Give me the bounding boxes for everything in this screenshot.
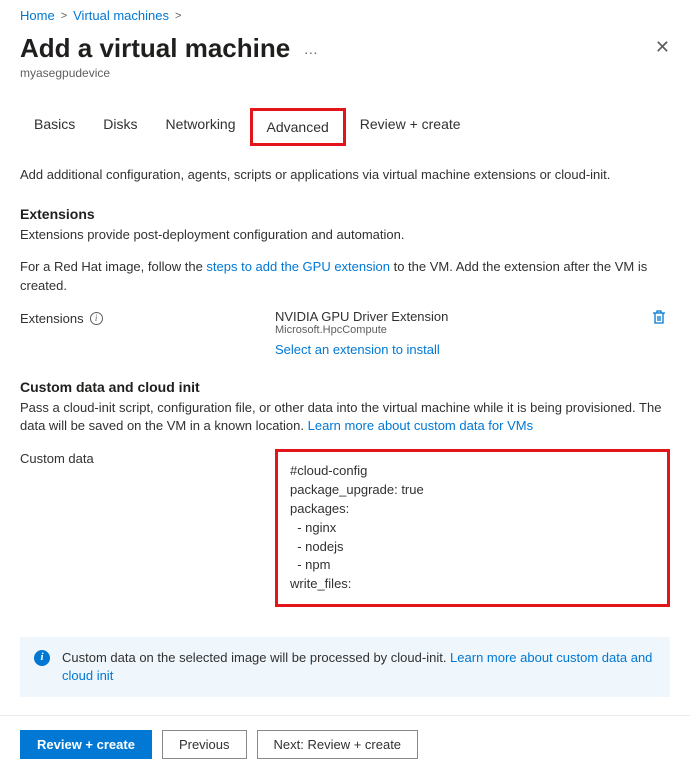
chevron-right-icon: > [61,10,67,22]
gpu-extension-link[interactable]: steps to add the GPU extension [206,259,390,274]
intro-text: Add additional configuration, agents, sc… [20,166,670,184]
breadcrumb-home[interactable]: Home [20,8,55,23]
banner-text: Custom data on the selected image will b… [62,650,450,665]
footer: Review + create Previous Next: Review + … [0,716,690,773]
tab-advanced[interactable]: Advanced [250,108,346,146]
extensions-heading: Extensions [20,206,670,222]
tab-disks[interactable]: Disks [89,108,151,146]
extensions-desc: Extensions provide post-deployment confi… [20,226,670,244]
next-button[interactable]: Next: Review + create [257,730,419,759]
extension-item-publisher: Microsoft.HpcCompute [275,324,652,336]
tab-review[interactable]: Review + create [346,108,475,146]
more-menu-icon[interactable]: ··· [304,44,318,60]
close-icon[interactable]: ✕ [655,33,670,58]
tab-basics[interactable]: Basics [20,108,89,146]
delete-extension-icon[interactable] [652,309,670,330]
select-extension-link[interactable]: Select an extension to install [275,342,670,357]
info-banner: i Custom data on the selected image will… [20,637,670,697]
extensions-redhat-text: For a Red Hat image, follow the steps to… [20,258,670,294]
customdata-label: Custom data [20,451,94,466]
tabs: Basics Disks Networking Advanced Review … [20,108,670,146]
extensions-label: Extensions [20,311,84,326]
breadcrumb: Home > Virtual machines > [20,8,670,23]
previous-button[interactable]: Previous [162,730,247,759]
customdata-learn-link[interactable]: Learn more about custom data for VMs [308,418,533,433]
tab-networking[interactable]: Networking [151,108,249,146]
info-icon: i [34,650,50,666]
extension-item-name: NVIDIA GPU Driver Extension [275,309,652,324]
customdata-heading: Custom data and cloud init [20,379,670,395]
chevron-right-icon: > [175,10,181,22]
review-create-button[interactable]: Review + create [20,730,152,759]
device-subtitle: myasegpudevice [20,66,670,80]
customdata-textarea[interactable]: #cloud-config package_upgrade: true pack… [275,449,670,607]
info-icon[interactable]: i [90,312,103,325]
page-title: Add a virtual machine [20,33,290,63]
breadcrumb-vms[interactable]: Virtual machines [73,8,169,23]
customdata-desc: Pass a cloud-init script, configuration … [20,399,670,435]
